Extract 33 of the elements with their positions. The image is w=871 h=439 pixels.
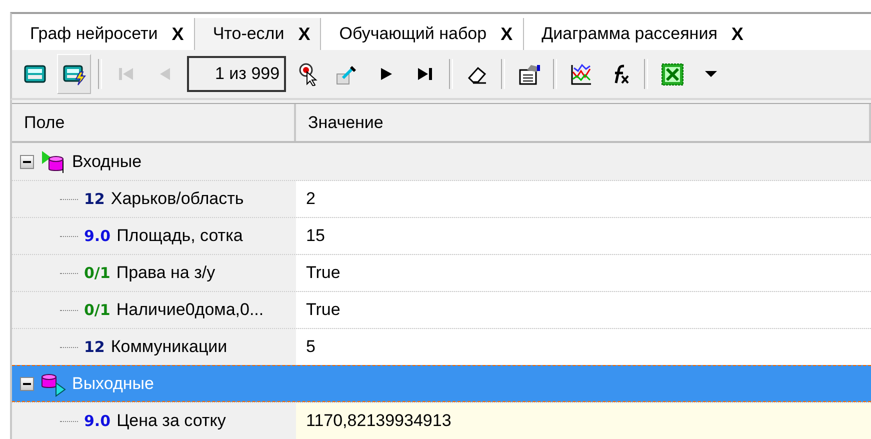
field-value[interactable]: 5 (296, 329, 871, 365)
type-label: 9.0 (84, 227, 111, 245)
group-row[interactable]: Входные (12, 143, 871, 180)
field-name: Харьков/область (110, 189, 244, 209)
type-label: 9.0 (84, 412, 111, 430)
field-name: Наличие0дома,0... (116, 300, 264, 320)
close-icon[interactable]: X (172, 24, 184, 44)
field-name: Цена за сотку (116, 411, 226, 431)
field-value[interactable]: 2 (296, 181, 871, 217)
close-icon[interactable]: X (500, 24, 513, 44)
close-icon[interactable]: X (731, 24, 744, 44)
type-label: 0/1 (84, 301, 110, 319)
field-value[interactable]: 1170,82139934913 (296, 403, 871, 439)
database-input-icon (40, 148, 66, 174)
collapse-icon[interactable] (20, 376, 34, 390)
type-label: 0/1 (84, 264, 110, 282)
collapse-icon[interactable] (20, 154, 34, 168)
record-counter: 1 из 999 (187, 56, 286, 92)
calculator-lightning-button[interactable] (57, 54, 91, 94)
type-label: 12 (84, 190, 105, 208)
field-value[interactable]: True (296, 255, 871, 291)
close-icon[interactable]: X (298, 24, 310, 44)
spreadsheet-icon (660, 62, 684, 86)
type-label: 12 (84, 338, 105, 356)
field-name: Коммуникации (110, 337, 228, 357)
field-value[interactable]: 15 (296, 218, 871, 254)
field-value[interactable]: True (296, 292, 871, 328)
dropdown-arrow-icon (704, 71, 717, 77)
tab[interactable]: Что-если X (194, 18, 322, 50)
properties-icon (516, 62, 541, 86)
line-chart-icon (568, 62, 593, 86)
field-name: Права на з/у (116, 263, 216, 283)
field-name: Площадь, сотка (116, 226, 243, 246)
